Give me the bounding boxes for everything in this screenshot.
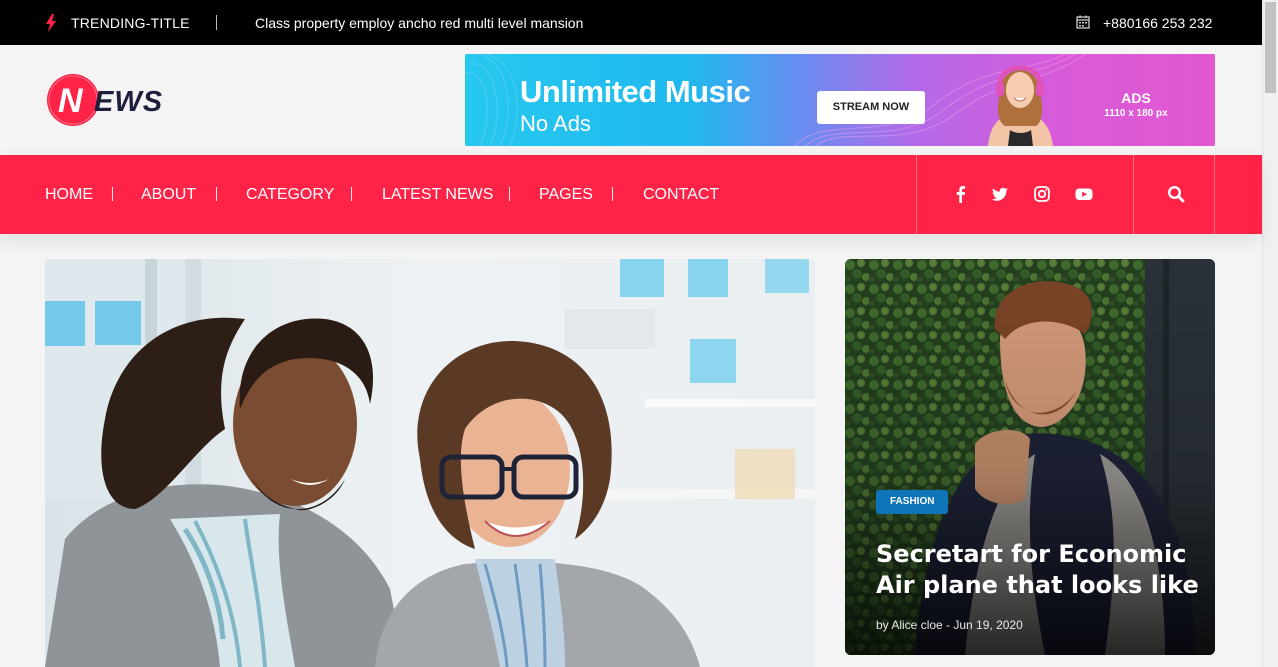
nav-divider — [216, 187, 217, 201]
featured-article-card[interactable]: FASHION Secretart for Economic Air plane… — [845, 259, 1215, 655]
twitter-icon[interactable] — [991, 185, 1009, 203]
office-people-image — [45, 259, 815, 667]
trending-headline-link[interactable]: Class property employ ancho red multi le… — [255, 15, 583, 31]
nav-divider — [1133, 155, 1134, 234]
category-badge[interactable]: FASHION — [876, 490, 949, 514]
scrollbar-thumb[interactable] — [1265, 2, 1276, 93]
nav-item-category[interactable]: CATEGORY — [246, 186, 334, 204]
nav-divider — [351, 187, 352, 201]
lightning-icon — [46, 14, 56, 32]
youtube-icon[interactable] — [1075, 185, 1093, 203]
nav-item-pages[interactable]: PAGES — [539, 186, 593, 204]
ad-subtitle: No Ads — [520, 111, 591, 136]
nav-divider — [509, 187, 510, 201]
main-navigation: HOME ABOUT CATEGORY LATEST NEWS PAGES CO… — [0, 155, 1262, 234]
svg-text:N: N — [58, 82, 84, 120]
trending-label: TRENDING-TITLE — [71, 15, 190, 31]
nav-divider — [1214, 155, 1215, 234]
svg-text:EWS: EWS — [94, 86, 163, 118]
search-icon[interactable] — [1167, 185, 1185, 203]
nav-item-home[interactable]: HOME — [45, 186, 93, 204]
site-logo[interactable]: N EWS — [45, 72, 185, 128]
nav-divider — [916, 155, 917, 234]
nav-divider — [612, 187, 613, 201]
ad-title: Unlimited Music — [520, 74, 751, 109]
page-scrollbar[interactable] — [1262, 0, 1278, 667]
hero-main-image[interactable] — [45, 259, 815, 667]
nav-divider — [112, 187, 113, 201]
top-bar: TRENDING-TITLE Class property employ anc… — [0, 0, 1262, 45]
phone-number: +880166 253 232 — [1103, 15, 1213, 31]
divider — [216, 15, 217, 30]
nav-item-about[interactable]: ABOUT — [141, 186, 196, 204]
article-title[interactable]: Secretart for Economic Air plane that lo… — [876, 539, 1206, 601]
ad-label: ADS — [1121, 90, 1151, 106]
ad-size-text: 1110 x 180 px — [1104, 108, 1168, 119]
article-meta: by Alice cloe - Jun 19, 2020 — [876, 618, 1023, 632]
ad-model-image — [988, 65, 1053, 146]
ad-banner[interactable]: Unlimited Music No Ads STREAM NOW ADS 11… — [465, 54, 1215, 146]
nav-item-latest-news[interactable]: LATEST NEWS — [382, 186, 493, 204]
calendar-icon — [1076, 15, 1090, 29]
instagram-icon[interactable] — [1033, 185, 1051, 203]
stream-now-button[interactable]: STREAM NOW — [817, 91, 925, 124]
facebook-icon[interactable] — [952, 185, 970, 203]
nav-item-contact[interactable]: CONTACT — [643, 186, 719, 204]
